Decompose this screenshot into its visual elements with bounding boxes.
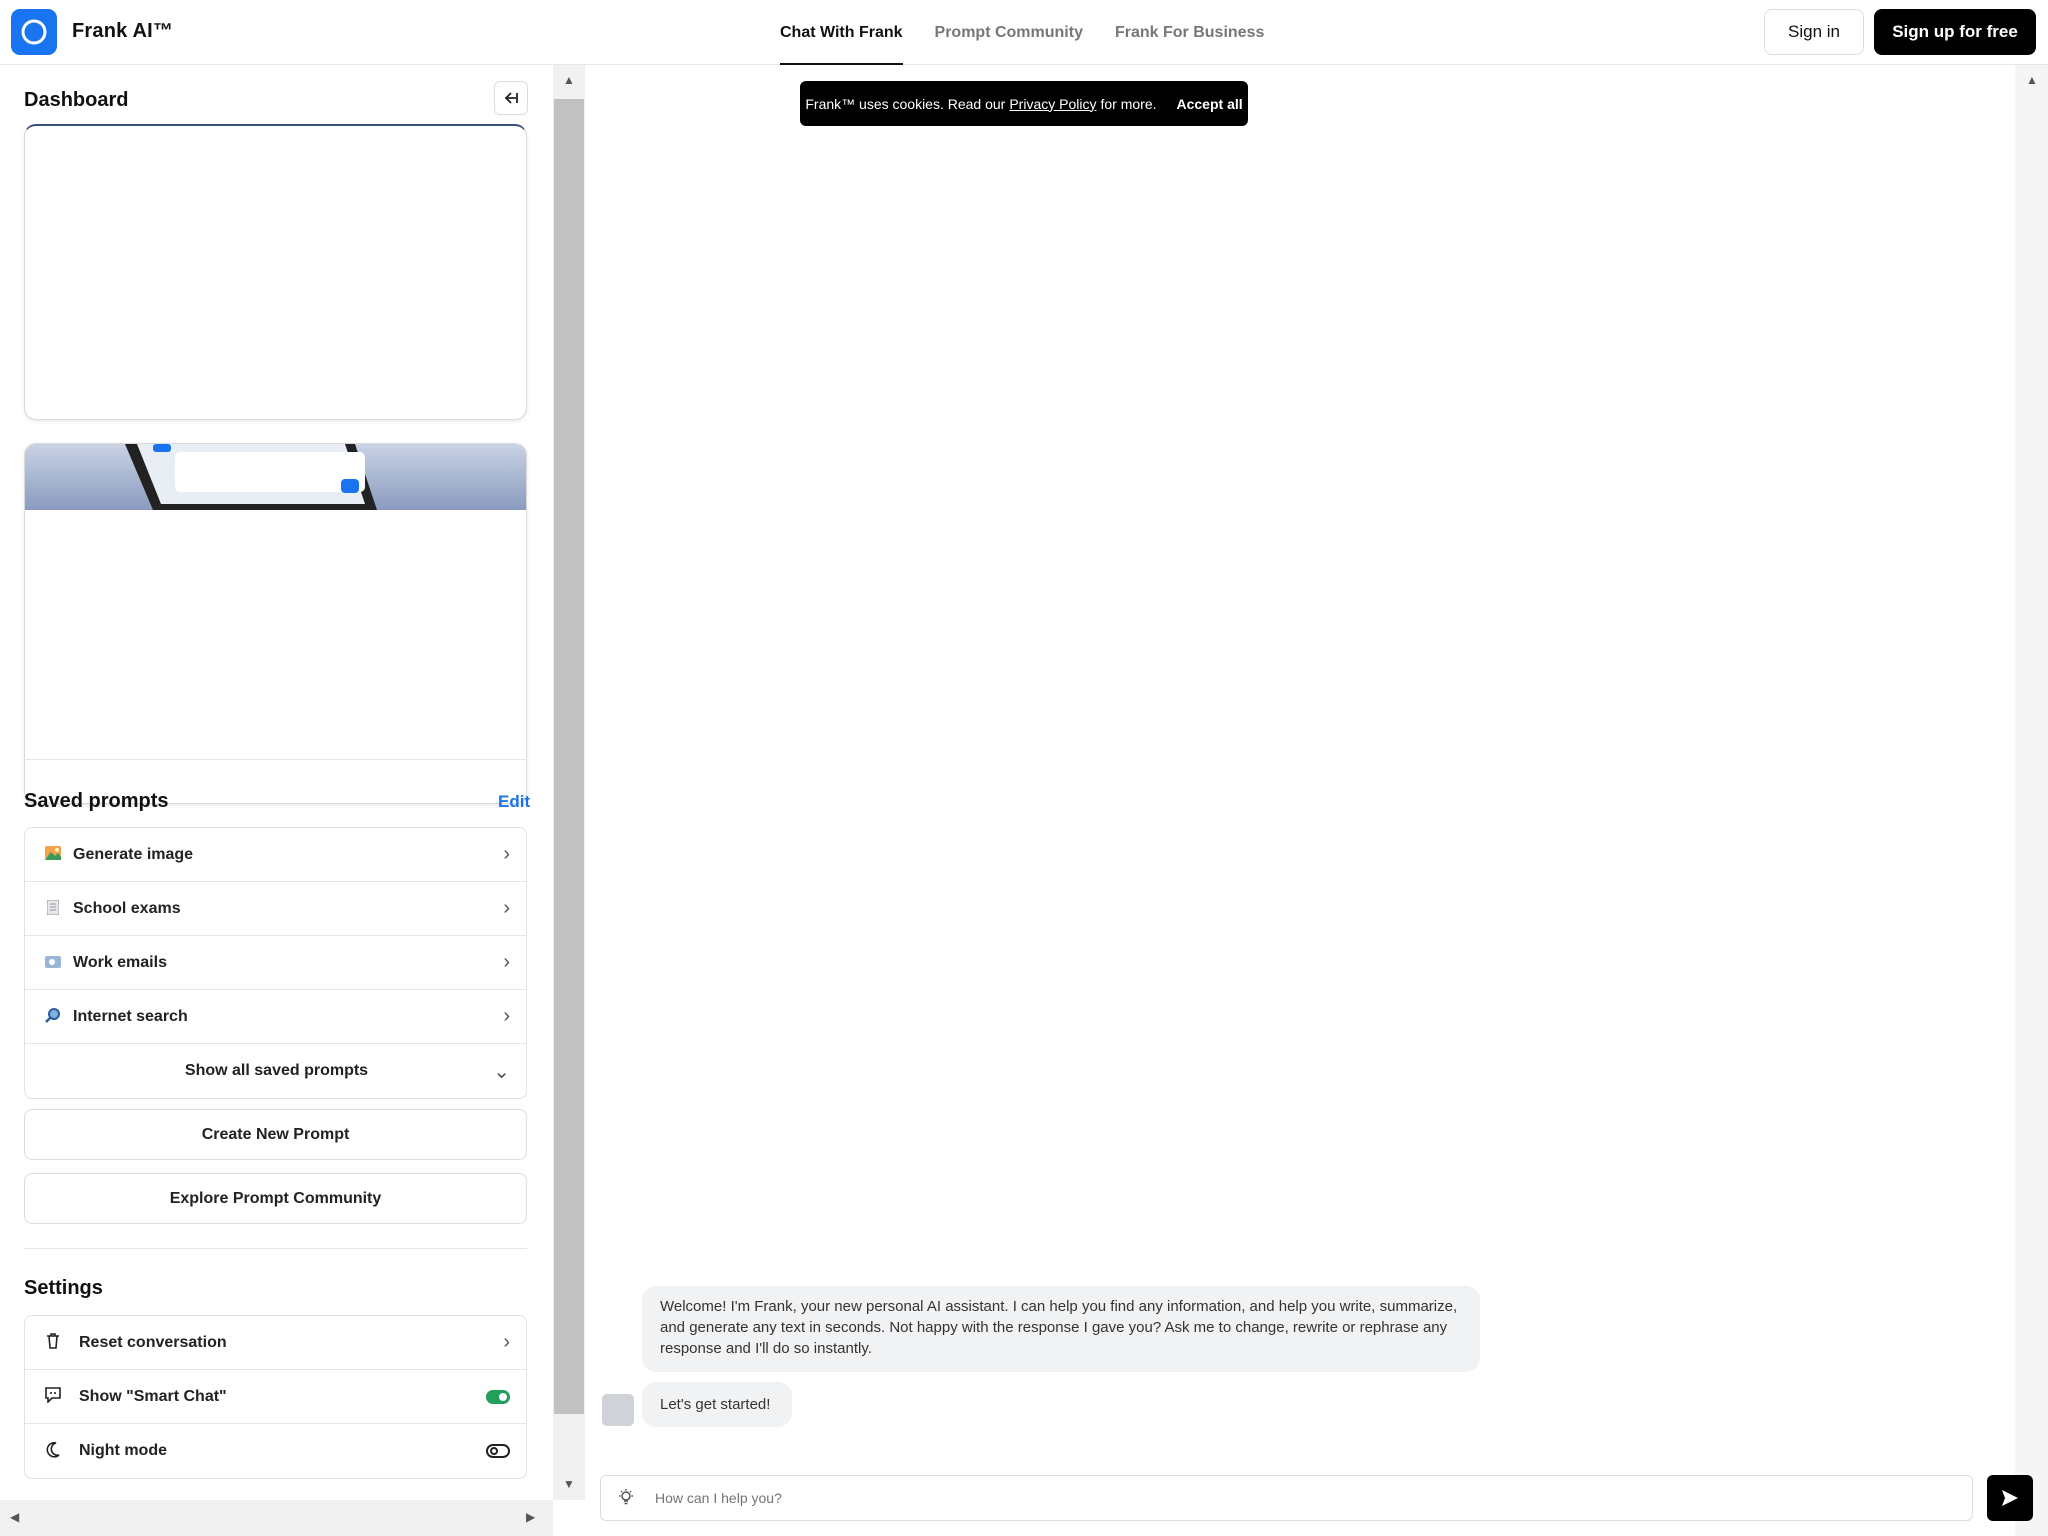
saved-prompts-list: Generate image › School exams › Work ema… <box>24 827 527 1099</box>
scroll-left-icon[interactable]: ◀ <box>10 1510 19 1524</box>
dashboard-title: Dashboard <box>24 89 129 111</box>
reset-conversation[interactable]: Reset conversation › <box>25 1316 526 1370</box>
sidebar-vertical-scrollbar[interactable]: ▲ ▼ <box>553 65 585 1500</box>
brand-name[interactable]: Frank AI™ <box>72 20 173 43</box>
chat-icon <box>43 1387 63 1406</box>
privacy-policy-link[interactable]: Privacy Policy <box>1009 96 1096 112</box>
chevron-right-icon: › <box>503 1005 510 1027</box>
saved-prompts-title: Saved prompts <box>24 790 169 812</box>
start-message: Let's get started! <box>642 1382 792 1427</box>
settings-title: Settings <box>24 1277 103 1299</box>
chevron-right-icon: › <box>503 897 510 919</box>
tab-prompt-community[interactable]: Prompt Community <box>935 0 1083 65</box>
sidebar-horizontal-scrollbar[interactable]: ◀ ▶ <box>0 1500 553 1536</box>
tab-frank-for-business[interactable]: Frank For Business <box>1115 0 1264 65</box>
notebook-icon <box>43 899 63 918</box>
smart-chat-toggle[interactable] <box>486 1389 510 1404</box>
trash-icon <box>43 1333 63 1352</box>
frank-logo-icon[interactable] <box>11 9 57 55</box>
avatar <box>602 1394 634 1426</box>
scroll-right-icon[interactable]: ▶ <box>526 1510 535 1524</box>
dashboard-card-top[interactable] <box>24 124 527 420</box>
cookie-suffix: for more. <box>1100 95 1157 112</box>
sidebar-divider <box>24 1248 527 1249</box>
dashboard-sidebar: Dashboard Saved prompts Edit Generate im… <box>0 65 553 1500</box>
top-nav: Chat With Frank Prompt Community Frank F… <box>780 0 1264 65</box>
welcome-message: Welcome! I'm Frank, your new personal AI… <box>642 1286 1480 1372</box>
edit-saved-prompts-link[interactable]: Edit <box>498 792 530 812</box>
chevron-right-icon: › <box>503 843 510 865</box>
saved-prompt-work-emails[interactable]: Work emails › <box>25 936 526 990</box>
promo-image <box>25 444 526 510</box>
night-mode-toggle[interactable] <box>486 1444 510 1458</box>
sign-in-button[interactable]: Sign in <box>1764 9 1864 55</box>
create-new-prompt-button[interactable]: Create New Prompt <box>24 1109 527 1160</box>
cookie-text: Frank™ uses cookies. Read our <box>805 95 1006 112</box>
chevron-right-icon: › <box>503 951 510 973</box>
saved-prompt-school-exams[interactable]: School exams › <box>25 882 526 936</box>
chevron-right-icon: › <box>503 1331 510 1353</box>
send-button[interactable] <box>1987 1475 2033 1521</box>
chat-input-box[interactable] <box>600 1475 1973 1521</box>
picture-icon <box>43 846 63 863</box>
accept-all-button[interactable]: Accept all <box>1177 96 1243 112</box>
chat-vertical-scrollbar[interactable]: ▲ <box>2015 65 2048 1536</box>
scroll-up-icon[interactable]: ▲ <box>2026 73 2038 87</box>
dashboard-card-promo[interactable] <box>24 443 527 804</box>
magnifier-icon <box>43 1007 63 1026</box>
night-mode[interactable]: Night mode <box>25 1424 526 1478</box>
show-smart-chat[interactable]: Show "Smart Chat" <box>25 1370 526 1424</box>
send-icon <box>2002 1490 2018 1506</box>
arrow-left-bar-icon <box>504 92 518 104</box>
cookie-banner: Frank™ uses cookies. Read our Privacy Po… <box>800 81 1248 126</box>
saved-prompt-generate-image[interactable]: Generate image › <box>25 828 526 882</box>
saved-prompt-internet-search[interactable]: Internet search › <box>25 990 526 1044</box>
collapse-sidebar-button[interactable] <box>494 81 528 115</box>
lightbulb-icon[interactable] <box>617 1488 635 1511</box>
scroll-down-icon[interactable]: ▼ <box>563 1477 575 1491</box>
scrollbar-thumb[interactable] <box>554 99 584 1414</box>
settings-list: Reset conversation › Show "Smart Chat" N… <box>24 1315 527 1479</box>
explore-prompt-community-button[interactable]: Explore Prompt Community <box>24 1173 527 1224</box>
moon-icon <box>43 1441 63 1461</box>
scroll-up-icon[interactable]: ▲ <box>563 73 575 87</box>
sign-up-button[interactable]: Sign up for free <box>1874 9 2036 55</box>
chat-input[interactable] <box>655 1476 1955 1520</box>
sidebar-divider <box>24 759 527 760</box>
app-header: Frank AI™ Chat With Frank Prompt Communi… <box>0 0 2048 65</box>
chevron-down-icon: ⌄ <box>493 1060 510 1083</box>
tab-chat-with-frank[interactable]: Chat With Frank <box>780 0 903 65</box>
show-all-saved-prompts[interactable]: Show all saved prompts ⌄ <box>25 1044 526 1098</box>
mailbox-icon <box>43 955 63 971</box>
